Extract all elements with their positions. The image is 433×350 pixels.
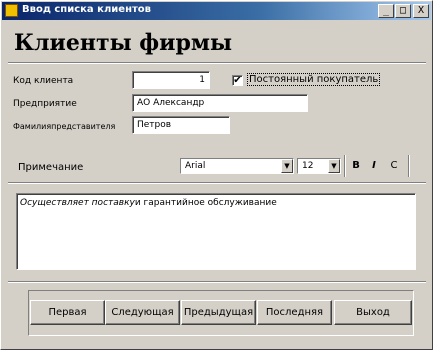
notes-label: Примечание bbox=[18, 162, 84, 173]
page-title: Клиенты фирмы bbox=[14, 30, 232, 56]
app-icon bbox=[5, 4, 18, 17]
notes-italic-text: Осуществляет поставку bbox=[20, 198, 135, 208]
maximize-button[interactable]: □ bbox=[395, 4, 411, 18]
font-size-select[interactable]: 12 ▼ bbox=[297, 158, 341, 174]
notes-text: и гарантийное обслуживание bbox=[134, 198, 277, 208]
underline-button[interactable]: C bbox=[386, 157, 402, 175]
toolbar-separator bbox=[344, 155, 346, 177]
chevron-down-icon[interactable]: ▼ bbox=[328, 159, 340, 173]
representative-label: Фамилияпредставителя bbox=[13, 122, 116, 131]
last-record-button[interactable]: Последняя bbox=[257, 300, 332, 325]
first-record-button[interactable]: Первая bbox=[30, 300, 105, 325]
representative-field[interactable]: Петров bbox=[132, 116, 230, 134]
client-code-label: Код клиента bbox=[13, 76, 74, 86]
divider-notes bbox=[8, 182, 426, 184]
company-label: Предприятие bbox=[13, 99, 77, 109]
bold-button[interactable]: B bbox=[348, 157, 364, 175]
font-name-select[interactable]: Arial ▼ bbox=[180, 158, 294, 174]
close-button[interactable]: X bbox=[413, 4, 429, 18]
previous-record-button[interactable]: Предыдущая bbox=[181, 300, 256, 325]
window-title: Ввод списка клиентов bbox=[22, 4, 151, 15]
regular-customer-label[interactable]: Постоянный покупатель bbox=[247, 73, 381, 86]
minimize-button[interactable]: _ bbox=[378, 4, 394, 18]
divider-top bbox=[8, 62, 426, 64]
exit-button[interactable]: Выход bbox=[334, 300, 412, 325]
client-code-field[interactable]: 1 bbox=[132, 71, 210, 89]
italic-button[interactable]: I bbox=[366, 157, 382, 175]
toolbar-separator bbox=[408, 155, 410, 177]
font-size-value: 12 bbox=[302, 161, 314, 171]
font-name-value: Arial bbox=[185, 161, 206, 171]
title-bar[interactable]: Ввод списка клиентов _ □ X bbox=[2, 2, 431, 20]
company-field[interactable]: АО Александр bbox=[132, 94, 308, 112]
next-record-button[interactable]: Следующая bbox=[105, 300, 180, 325]
chevron-down-icon[interactable]: ▼ bbox=[281, 159, 293, 173]
regular-customer-checkbox[interactable]: ✔ bbox=[232, 75, 243, 86]
notes-editor[interactable]: Осуществляет поставкуи гарантийное обслу… bbox=[16, 193, 416, 270]
divider-bottom bbox=[8, 281, 426, 283]
